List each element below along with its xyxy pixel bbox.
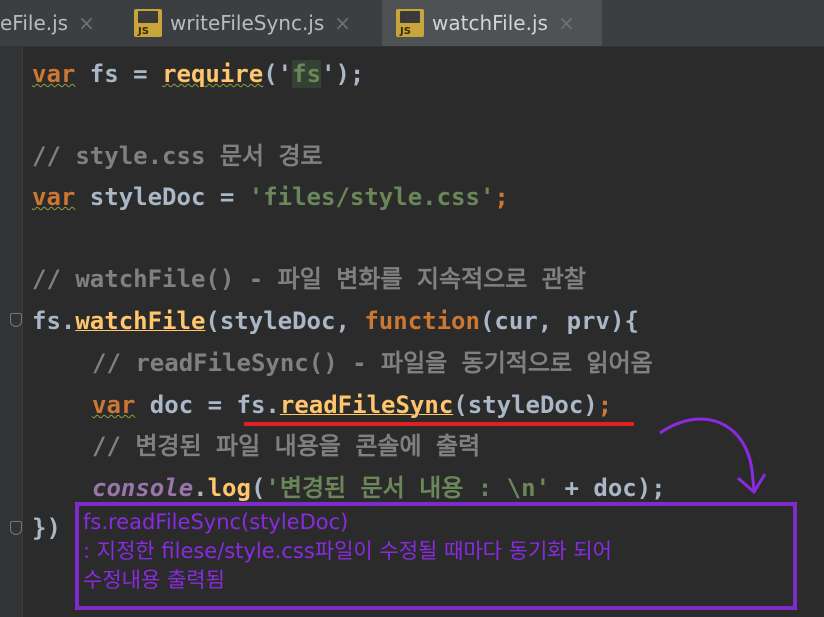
annotation-line-2: : 지정한 filese/style.css파일이 수정될 때마다 동기화 되어 (83, 539, 612, 563)
annotation-line-1: fs.readFileSync(styleDoc) (83, 510, 349, 534)
annotation-line-3: 수정내용 출력됨 (83, 568, 225, 592)
annotation-text: fs.readFileSync(styleDoc) : 지정한 filese/s… (83, 508, 793, 595)
